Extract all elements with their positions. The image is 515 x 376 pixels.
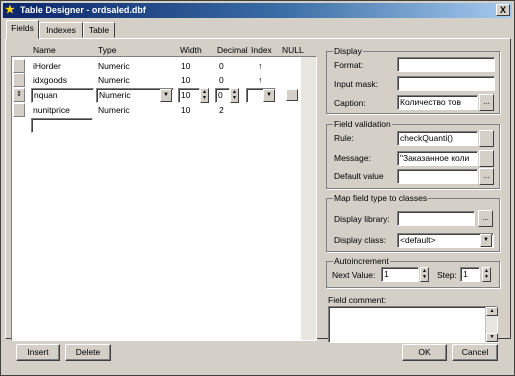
new-field-name-input[interactable]	[31, 118, 93, 133]
field-type[interactable]: Numeric	[98, 73, 130, 87]
format-label: Format:	[334, 60, 364, 70]
display-library-label: Display library:	[334, 214, 390, 224]
step-spinner[interactable]: ▲ ▼	[482, 267, 491, 282]
grid-scrollbar[interactable]	[301, 57, 316, 340]
input-mask-input[interactable]	[397, 76, 495, 91]
field-name[interactable]: iHorder	[33, 59, 61, 73]
chevron-down-icon[interactable]: ▼	[263, 89, 275, 102]
table-designer-window: ★ Table Designer - ordsaled.dbf X Fields…	[0, 0, 515, 376]
scroll-down-icon[interactable]: ▼	[486, 333, 498, 342]
column-header-name: Name	[33, 45, 56, 55]
fields-grid[interactable]: iHorder Numeric 10 0 ↑ idxgoods Numeric …	[11, 56, 317, 341]
delete-button[interactable]: Delete	[65, 344, 111, 361]
field-name[interactable]: idxgoods	[33, 73, 67, 87]
column-header-decimal: Decimal	[217, 45, 248, 55]
next-value-label: Next Value:	[332, 270, 376, 280]
autoincrement-title: Autoincrement	[333, 256, 390, 266]
index-ascending-icon[interactable]: ↑	[258, 73, 263, 87]
caption-input[interactable]: Количество тов	[397, 95, 478, 110]
next-value-spinner[interactable]: ▲ ▼	[420, 267, 429, 282]
chevron-down-icon[interactable]: ▼	[160, 89, 172, 102]
message-label: Message:	[334, 153, 371, 163]
caption-builder-button[interactable]: ...	[479, 94, 494, 111]
field-comment-textarea[interactable]	[328, 306, 498, 343]
ok-button[interactable]: OK	[402, 344, 447, 361]
insert-button[interactable]: Insert	[16, 344, 60, 361]
null-toggle[interactable]	[286, 89, 298, 101]
index-ascending-icon[interactable]: ↑	[258, 59, 263, 73]
row-selector[interactable]	[13, 103, 25, 117]
default-value-input[interactable]	[397, 169, 478, 184]
width-spinner[interactable]: ▲ ▼	[200, 88, 209, 103]
decimal-spinner[interactable]: ▲ ▼	[230, 88, 239, 103]
display-library-builder-button[interactable]: ...	[478, 210, 493, 227]
display-class-label: Display class:	[334, 235, 386, 245]
message-input[interactable]: "Заказанное коли	[397, 151, 478, 166]
caption-label: Caption:	[334, 98, 366, 108]
rule-label: Rule:	[334, 133, 354, 143]
field-decimal[interactable]: 0	[219, 73, 224, 87]
wizard-star-icon: ★	[5, 4, 15, 16]
field-name-input[interactable]: nquan	[31, 88, 94, 103]
input-mask-label: Input mask:	[334, 79, 378, 89]
tab-table[interactable]: Table	[83, 22, 115, 38]
format-input[interactable]	[397, 57, 495, 72]
field-decimal[interactable]: 2	[219, 103, 224, 117]
column-header-null: NULL	[282, 45, 304, 55]
close-button[interactable]: X	[496, 4, 510, 16]
field-name[interactable]: nunitprice	[33, 103, 70, 117]
row-selector[interactable]	[13, 73, 25, 87]
message-builder-button[interactable]	[479, 150, 494, 167]
field-decimal-input[interactable]: 0	[215, 88, 230, 103]
row-selector[interactable]	[13, 59, 25, 73]
field-type[interactable]: Numeric	[98, 103, 130, 117]
field-width[interactable]: 10	[181, 59, 190, 73]
column-header-index: Index	[251, 45, 272, 55]
step-label: Step:	[437, 270, 457, 280]
rule-input[interactable]: checkQuanti()	[397, 131, 478, 146]
field-comment-label: Field comment:	[328, 295, 387, 305]
field-width[interactable]: 10	[181, 73, 190, 87]
field-width-input[interactable]: 10	[178, 88, 200, 103]
field-width[interactable]: 10	[181, 103, 190, 117]
field-validation-title: Field validation	[333, 119, 392, 129]
field-type[interactable]: Numeric	[98, 59, 130, 73]
chevron-down-icon[interactable]: ▼	[480, 234, 492, 247]
display-library-input[interactable]	[397, 211, 475, 226]
row-mover-handle[interactable]: ⇕	[13, 88, 25, 102]
cancel-button[interactable]: Cancel	[452, 344, 498, 361]
default-value-builder-button[interactable]: ...	[479, 168, 494, 185]
step-input[interactable]: 1	[460, 267, 480, 282]
comment-scrollbar[interactable]: ▲ ▼	[485, 307, 498, 342]
column-header-width: Width	[180, 45, 202, 55]
title-bar[interactable]: ★ Table Designer - ordsaled.dbf X	[3, 3, 512, 18]
scroll-up-icon[interactable]: ▲	[486, 307, 498, 316]
window-title: Table Designer - ordsaled.dbf	[20, 5, 146, 15]
tab-fields[interactable]: Fields	[6, 20, 39, 39]
column-header-type: Type	[98, 45, 117, 55]
map-field-title: Map field type to classes	[333, 193, 429, 203]
tab-indexes[interactable]: Indexes	[39, 22, 83, 38]
next-value-input[interactable]: 1	[381, 267, 419, 282]
display-group-title: Display	[333, 46, 363, 56]
default-value-label: Default value	[334, 171, 384, 181]
field-decimal[interactable]: 0	[219, 59, 224, 73]
rule-builder-button[interactable]	[479, 130, 494, 147]
